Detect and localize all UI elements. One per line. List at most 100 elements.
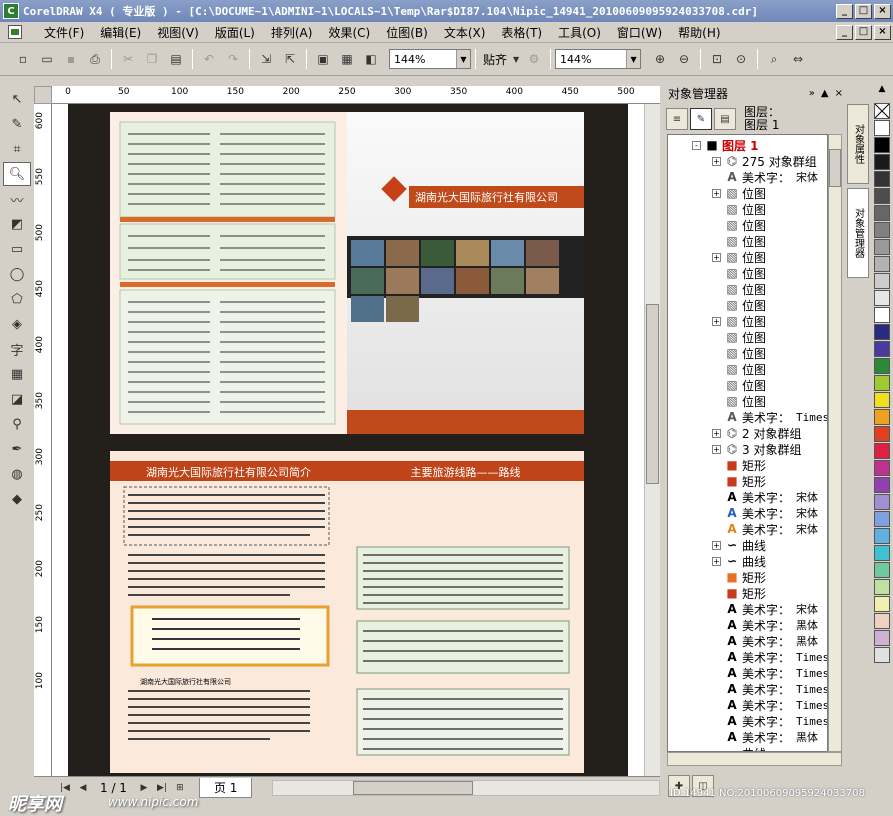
canvas-horizontal-scrollbar[interactable]: [272, 779, 660, 796]
tree-item[interactable]: ▧ 位图: [712, 393, 766, 409]
tree-item[interactable]: ▧ 位图: [712, 201, 766, 217]
horizontal-ruler[interactable]: 0 50 100 150 200 250 300 350 400 450 500: [52, 86, 660, 104]
docker-close-icon[interactable]: ×: [835, 88, 843, 99]
color-swatch[interactable]: [874, 273, 890, 289]
tree-item[interactable]: A 美术字： 宋体: [712, 521, 818, 537]
smart-fill-tool-icon[interactable]: ◩: [3, 212, 31, 236]
crop-tool-icon[interactable]: ⌗: [3, 137, 31, 161]
tree-item[interactable]: A 美术字： 黑体: [712, 633, 818, 649]
color-swatch[interactable]: [874, 358, 890, 374]
tree-expand-toggle[interactable]: -: [692, 140, 701, 150]
polygon-tool-icon[interactable]: ⬠: [3, 287, 31, 311]
color-swatch[interactable]: [874, 426, 890, 442]
zoom-selected-icon[interactable]: ⊡: [706, 48, 728, 70]
tree-item[interactable]: A 美术字： Times: [712, 665, 827, 681]
tree-expand-toggle[interactable]: +: [712, 540, 721, 550]
color-swatch[interactable]: [874, 545, 890, 561]
zoom-in-icon[interactable]: ⊕: [649, 48, 671, 70]
undo-icon[interactable]: ↶: [198, 48, 220, 70]
interactive-fill-tool-icon[interactable]: ◆: [3, 487, 31, 511]
application-launcher-icon[interactable]: ▣: [312, 48, 334, 70]
eyedropper-tool-icon[interactable]: ⚲: [3, 412, 31, 436]
color-swatch[interactable]: [874, 120, 890, 136]
freehand-tool-icon[interactable]: 〰: [3, 187, 31, 211]
pick-tool-icon[interactable]: ↖: [3, 87, 31, 111]
coreldraw-app-icon[interactable]: C: [3, 3, 19, 19]
color-swatch[interactable]: [874, 171, 890, 187]
color-swatch[interactable]: [874, 290, 890, 306]
color-swatch[interactable]: [874, 460, 890, 476]
document-page[interactable]: 湖南光大国际旅行社有限公司 湖南光大国际旅行社有限公司简介 湖南光大国际旅行社有…: [68, 104, 628, 776]
color-swatch[interactable]: [874, 579, 890, 595]
color-swatch[interactable]: [874, 443, 890, 459]
color-swatch[interactable]: [874, 222, 890, 238]
tree-expand-toggle[interactable]: +: [712, 556, 721, 566]
tree-item[interactable]: ▧ 位图: [712, 265, 766, 281]
ellipse-tool-icon[interactable]: ◯: [3, 262, 31, 286]
tree-item[interactable]: A 美术字： Times: [712, 409, 827, 425]
color-swatch[interactable]: [874, 324, 890, 340]
tree-item[interactable]: ▧ 位图: [712, 345, 766, 361]
tree-item[interactable]: ■ 矩形: [712, 473, 766, 489]
color-swatch[interactable]: [874, 528, 890, 544]
open-folder-icon[interactable]: ▭: [36, 48, 58, 70]
color-swatch[interactable]: [874, 205, 890, 221]
doc-minimize-button[interactable]: _: [836, 24, 853, 40]
tree-item[interactable]: ▧ 位图: [712, 329, 766, 345]
tree-item[interactable]: + ⌬ 275 对象群组: [712, 153, 817, 169]
tab-object-properties[interactable]: 对象属性: [847, 104, 869, 184]
tree-item[interactable]: ▧ 位图: [712, 361, 766, 377]
tree-item[interactable]: + ▧ 位图: [712, 185, 766, 201]
zoom-all-icon[interactable]: ⊙: [730, 48, 752, 70]
layer-manager-view-icon[interactable]: ▤: [714, 108, 736, 130]
tree-expand-toggle[interactable]: +: [712, 444, 721, 454]
menu-layout[interactable]: 版面(L): [207, 24, 263, 41]
tree-item[interactable]: A 美术字： 宋体: [712, 169, 818, 185]
menu-effects[interactable]: 效果(C): [320, 24, 378, 41]
shape-tool-icon[interactable]: ✎: [3, 112, 31, 136]
menu-arrange[interactable]: 排列(A): [263, 24, 321, 41]
color-swatch[interactable]: [874, 596, 890, 612]
tree-item[interactable]: + ∽ 曲线: [712, 537, 766, 553]
snap-to-label[interactable]: 贴齐: [480, 51, 510, 68]
color-swatch[interactable]: [874, 307, 890, 323]
previous-page-icon[interactable]: ◀: [76, 781, 90, 795]
tree-item[interactable]: ∽曲线: [712, 745, 766, 751]
table-tool-icon[interactable]: ▦: [3, 362, 31, 386]
tree-item[interactable]: - ■ 图层 1: [692, 137, 759, 153]
edit-across-layers-icon[interactable]: ✎: [690, 108, 712, 130]
menu-tools[interactable]: 工具(O): [550, 24, 609, 41]
snap-chevron-down-icon[interactable]: ▼: [511, 48, 521, 70]
color-swatch[interactable]: [874, 154, 890, 170]
paste-icon[interactable]: ▤: [165, 48, 187, 70]
minimize-button[interactable]: _: [836, 3, 853, 19]
tree-item[interactable]: ▧ 位图: [712, 217, 766, 233]
zoom-width-icon[interactable]: ⇔: [787, 48, 809, 70]
tree-item[interactable]: A 美术字： 宋体: [712, 489, 818, 505]
menu-file[interactable]: 文件(F): [36, 24, 92, 41]
close-button[interactable]: ×: [874, 3, 891, 19]
color-swatch[interactable]: [874, 613, 890, 629]
document-icon[interactable]: [8, 25, 22, 39]
rectangle-tool-icon[interactable]: ▭: [3, 237, 31, 261]
tree-expand-toggle[interactable]: +: [712, 188, 721, 198]
tab-object-manager[interactable]: 对象管理器: [847, 188, 869, 278]
tree-item[interactable]: ▧ 位图: [712, 233, 766, 249]
menu-table[interactable]: 表格(T): [493, 24, 550, 41]
interactive-blend-tool-icon[interactable]: ◪: [3, 387, 31, 411]
tree-expand-toggle[interactable]: +: [712, 316, 721, 326]
color-swatch[interactable]: [874, 137, 890, 153]
tree-item[interactable]: A 美术字： 黑体: [712, 729, 818, 745]
color-swatch[interactable]: [874, 630, 890, 646]
cut-icon[interactable]: ✂: [117, 48, 139, 70]
import-icon[interactable]: ⇲: [255, 48, 277, 70]
tree-expand-toggle[interactable]: +: [712, 252, 721, 262]
tree-item[interactable]: ▧ 位图: [712, 297, 766, 313]
tree-item[interactable]: + ⌬ 2 对象群组: [712, 425, 801, 441]
page-tab[interactable]: 页 1: [198, 777, 253, 798]
zoom-levels-combo[interactable]: 144% ▼: [555, 49, 642, 69]
redo-icon[interactable]: ↷: [222, 48, 244, 70]
tree-item[interactable]: A 美术字： 黑体: [712, 617, 818, 633]
last-page-icon[interactable]: ▶|: [155, 781, 169, 795]
tree-item[interactable]: + ⌬ 3 对象群组: [712, 441, 801, 457]
